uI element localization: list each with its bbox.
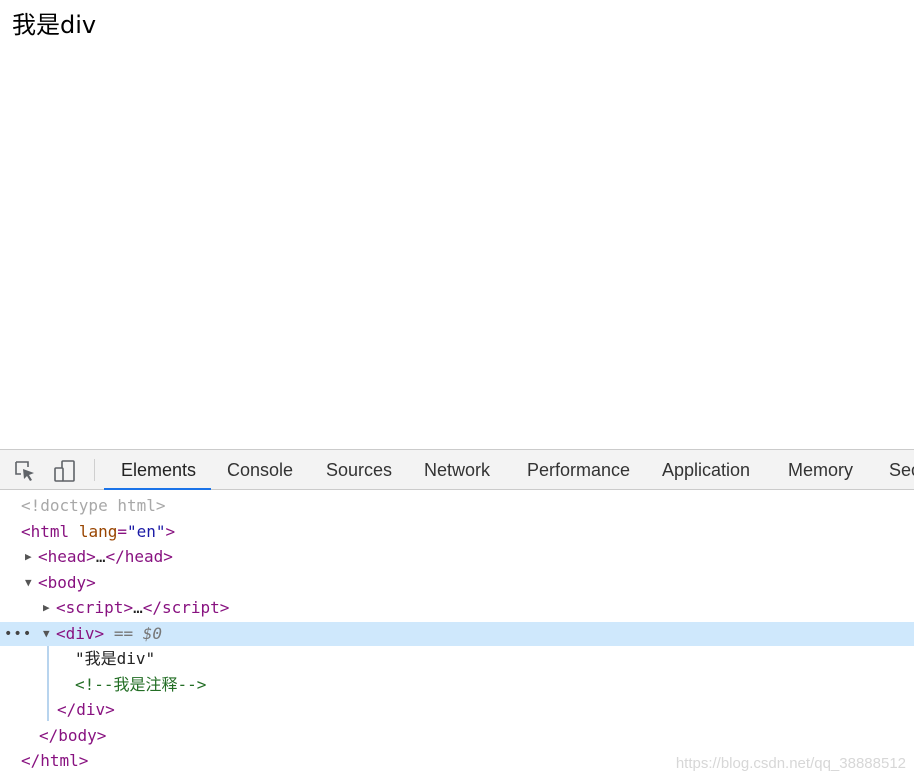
script-ellipsis: …	[133, 598, 143, 617]
expand-triangle-icon[interactable]: ▶	[25, 545, 37, 569]
div-text-node: "我是div"	[75, 649, 156, 668]
tree-row-script[interactable]: ▶ <script>…</script>	[0, 596, 914, 620]
inspect-element-icon[interactable]	[13, 459, 37, 483]
head-tag: head	[47, 547, 87, 566]
tab-network[interactable]: Network	[424, 450, 490, 490]
elements-tree: <!doctype html> <html lang="en"> ▶ <head…	[0, 490, 914, 780]
tab-security[interactable]: Sec	[889, 450, 914, 490]
html-attr-value: "en"	[126, 522, 166, 541]
tree-row-doctype[interactable]: <!doctype html>	[0, 494, 914, 518]
head-close-tag: head	[124, 547, 164, 566]
collapse-triangle-icon[interactable]: ▼	[43, 622, 55, 646]
tab-sources[interactable]: Sources	[326, 450, 392, 490]
script-close-tag: script	[161, 598, 220, 617]
devtools-toolbar: Elements Console Sources Network Perform…	[0, 449, 914, 490]
devtools-panel: Elements Console Sources Network Perform…	[0, 449, 914, 780]
body-close-tag: body	[58, 726, 97, 745]
more-options-icon[interactable]: •••	[4, 622, 32, 646]
div-close-tag: div	[76, 700, 106, 719]
tree-row-body[interactable]: ▼ <body>	[0, 571, 914, 595]
tree-row-html[interactable]: <html lang="en">	[0, 520, 914, 544]
page-content-text: 我是div	[12, 11, 97, 39]
body-tag: body	[47, 573, 87, 592]
expand-triangle-icon[interactable]: ▶	[43, 596, 55, 620]
html-attr-name: lang	[78, 522, 118, 541]
script-tag: script	[65, 598, 124, 617]
tree-row-div-selected[interactable]: ••• ▼ <div> == $0	[0, 622, 914, 646]
collapse-triangle-icon[interactable]: ▼	[25, 571, 37, 595]
html-tag: html	[30, 522, 70, 541]
tree-row-text-node[interactable]: "我是div"	[0, 647, 914, 671]
tree-row-head[interactable]: ▶ <head>…</head>	[0, 545, 914, 569]
selection-marker: == $0	[113, 624, 162, 643]
tab-memory[interactable]: Memory	[788, 450, 853, 490]
tab-performance[interactable]: Performance	[527, 450, 630, 490]
html-close-tag: html	[40, 751, 79, 770]
tab-application[interactable]: Application	[662, 450, 750, 490]
tree-row-body-close[interactable]: </body>	[0, 724, 914, 748]
tree-row-div-close[interactable]: </div>	[0, 698, 914, 722]
tab-console[interactable]: Console	[227, 450, 293, 490]
watermark: https://blog.csdn.net/qq_38888512	[675, 755, 906, 772]
head-ellipsis: …	[95, 547, 106, 566]
div-comment-node: <!--我是注释-->	[75, 675, 207, 694]
device-toggle-icon[interactable]	[53, 459, 77, 483]
tree-row-comment[interactable]: <!--我是注释-->	[0, 673, 914, 697]
toolbar-divider	[94, 459, 95, 481]
tab-elements[interactable]: Elements	[121, 450, 196, 490]
div-tag: div	[65, 624, 95, 643]
doctype-node: <!doctype html>	[21, 496, 166, 515]
